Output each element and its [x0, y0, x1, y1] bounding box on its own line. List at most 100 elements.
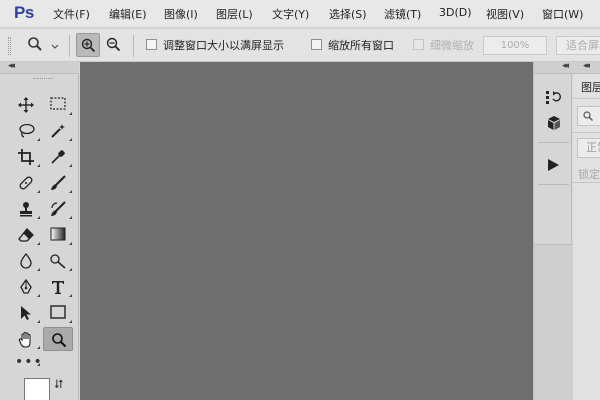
dodge-tool[interactable] — [43, 249, 73, 273]
lock-label: 锁定 — [578, 168, 600, 181]
marquee-tool[interactable] — [43, 93, 73, 117]
hand-icon — [18, 331, 31, 348]
gradient-tool[interactable] — [43, 223, 73, 247]
move-icon — [18, 97, 34, 113]
blur-drop-icon — [20, 253, 32, 269]
cube-icon — [548, 116, 560, 130]
zoom-100-button[interactable]: 100% — [483, 36, 547, 55]
history-icon — [546, 91, 561, 104]
zoom-tool[interactable] — [43, 327, 73, 351]
zoom-in-button[interactable] — [76, 33, 100, 57]
resize-windows-label: 调整窗口大小以满屏显示 — [163, 39, 284, 52]
collapse-panel-icon[interactable]: ◂◂ — [8, 61, 15, 71]
zoom-out-button[interactable] — [102, 33, 126, 57]
tools-panel-header: ◂◂ — [0, 61, 79, 74]
brush-tool[interactable] — [43, 171, 73, 195]
chevron-down-icon — [51, 44, 59, 49]
divider — [573, 132, 600, 133]
3d-panel-button[interactable] — [542, 112, 566, 134]
zoom-icon — [52, 333, 67, 348]
tools-panel-grip[interactable] — [33, 78, 53, 80]
dodge-icon — [50, 254, 66, 269]
menu-image[interactable]: 图像(I) — [164, 6, 198, 22]
resize-windows-checkbox[interactable] — [146, 39, 157, 50]
healing-brush-tool[interactable] — [11, 171, 41, 195]
stamp-icon — [20, 202, 32, 217]
app-logo: Ps — [14, 3, 34, 22]
swap-colors-icon[interactable]: ⮃ — [54, 377, 64, 392]
dock-separator — [538, 142, 569, 143]
more-tools-triangle — [37, 363, 40, 366]
play-icon — [548, 159, 559, 171]
menu-window[interactable]: 窗口(W) — [542, 6, 583, 22]
layers-panel-header: ◂◂ — [573, 61, 600, 74]
crop-icon — [18, 149, 34, 165]
menu-edit[interactable]: 编辑(E) — [109, 6, 147, 22]
move-tool[interactable] — [11, 93, 41, 117]
menu-bar: Ps 文件(F) 编辑(E) 图像(I) 图层(L) 文字(Y) 选择(S) 滤… — [0, 0, 600, 28]
tool-preset-picker[interactable] — [23, 34, 67, 58]
dock-empty-area — [534, 244, 573, 400]
options-separator — [69, 35, 70, 57]
collapse-dock-icon[interactable]: ◂◂ — [562, 61, 569, 71]
photoshop-window: Ps 文件(F) 编辑(E) 图像(I) 图层(L) 文字(Y) 选择(S) 滤… — [0, 0, 600, 400]
crop-tool[interactable] — [11, 145, 41, 169]
layer-filter-box[interactable] — [577, 106, 600, 126]
zoom-all-windows-checkbox[interactable] — [311, 39, 322, 50]
type-tool[interactable] — [43, 275, 73, 299]
edit-toolbar-more-icon[interactable]: ••• — [15, 354, 43, 370]
menu-layer[interactable]: 图层(L) — [216, 6, 253, 22]
menu-select[interactable]: 选择(S) — [329, 6, 367, 22]
lasso-icon — [19, 123, 35, 138]
layers-panel: ◂◂ 图层 正常 锁定 — [573, 61, 600, 400]
pen-tool[interactable] — [11, 275, 41, 299]
menu-type[interactable]: 文字(Y) — [272, 6, 309, 22]
foreground-color-swatch[interactable] — [24, 378, 50, 400]
fit-screen-button[interactable]: 适合屏幕 — [556, 36, 600, 55]
blur-tool[interactable] — [11, 249, 41, 273]
actions-panel-button[interactable] — [542, 154, 566, 176]
menu-filter[interactable]: 滤镜(T) — [384, 6, 421, 22]
eyedropper-icon — [51, 150, 65, 164]
right-dock: ◂◂ — [533, 61, 573, 400]
bandage-icon — [19, 176, 33, 190]
menu-3d[interactable]: 3D(D) — [439, 6, 472, 19]
rectangle-tool[interactable] — [43, 301, 73, 325]
menu-view[interactable]: 视图(V) — [486, 6, 524, 22]
options-bar-grip[interactable] — [8, 37, 11, 55]
pen-icon — [20, 279, 32, 294]
path-selection-tool[interactable] — [11, 301, 41, 325]
lasso-tool[interactable] — [11, 119, 41, 143]
history-brush-tool[interactable] — [43, 197, 73, 221]
hand-tool[interactable] — [11, 327, 41, 351]
magic-wand-tool[interactable] — [43, 119, 73, 143]
history-panel-button[interactable] — [542, 86, 566, 108]
type-t-icon — [52, 281, 64, 294]
blend-mode-select[interactable]: 正常 — [577, 138, 600, 158]
zoom-preset-icon — [28, 37, 42, 51]
eraser-icon — [18, 228, 34, 242]
eyedropper-tool[interactable] — [43, 145, 73, 169]
scrubby-zoom-checkbox[interactable] — [413, 39, 424, 50]
gradient-icon — [50, 227, 66, 241]
tab-layers[interactable]: 图层 — [581, 79, 600, 95]
collapse-layers-icon[interactable]: ◂◂ — [583, 61, 590, 71]
tools-panel: ◂◂ ••• ⮃ — [0, 61, 79, 400]
options-bar: 调整窗口大小以满屏显示 缩放所有窗口 细微缩放 100% 适合屏幕 — [0, 29, 600, 62]
zoom-out-icon — [106, 37, 121, 52]
clone-stamp-tool[interactable] — [11, 197, 41, 221]
dock-separator — [538, 184, 569, 185]
dock-header: ◂◂ — [534, 61, 573, 74]
history-brush-icon — [51, 201, 66, 216]
arrow-pointer-icon — [21, 306, 31, 320]
magic-wand-icon — [51, 124, 65, 138]
scrubby-zoom-label: 细微缩放 — [430, 39, 474, 52]
brush-icon — [51, 175, 66, 190]
zoom-in-icon — [81, 38, 96, 53]
rectangular-marquee-icon — [50, 97, 66, 110]
options-separator — [133, 35, 134, 57]
menu-file[interactable]: 文件(F) — [53, 6, 90, 22]
document-canvas[interactable] — [80, 62, 533, 400]
eraser-tool[interactable] — [11, 223, 41, 247]
zoom-all-windows-label: 缩放所有窗口 — [328, 39, 394, 52]
